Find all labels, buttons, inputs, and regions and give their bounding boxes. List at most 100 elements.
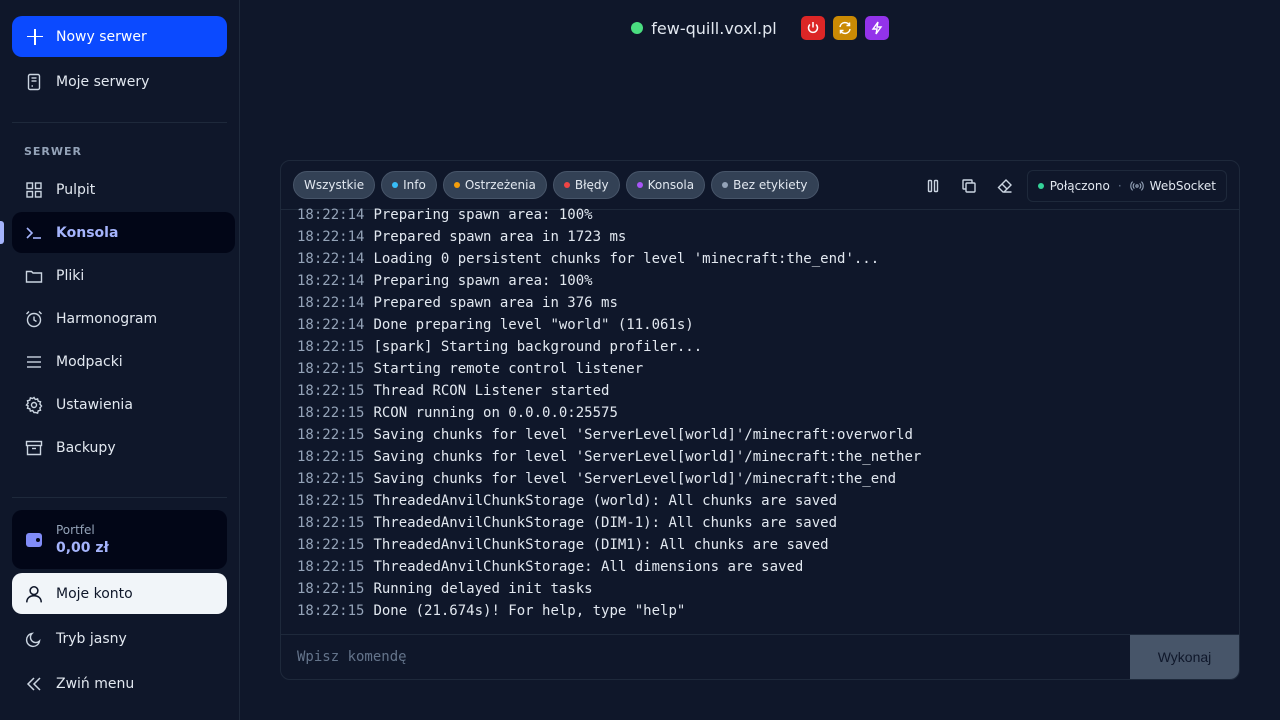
log-timestamp: 18:22:14: [297, 295, 365, 311]
log-timestamp: 18:22:14: [297, 207, 365, 223]
log-message: Prepared spawn area in 376 ms: [373, 295, 618, 311]
connection-status: Połączono · WebSocket: [1026, 170, 1227, 202]
log-timestamp: 18:22:15: [297, 559, 365, 575]
user-icon: [24, 584, 44, 604]
filter-errors[interactable]: Błędy: [552, 171, 620, 199]
log-timestamp: 18:22:14: [297, 229, 365, 245]
log-message: Thread RCON Listener started: [373, 383, 610, 399]
log-timestamp: 18:22:15: [297, 471, 365, 487]
sidebar-item-pulpit[interactable]: Pulpit: [12, 169, 235, 210]
gear-icon: [24, 395, 44, 415]
my-servers-link[interactable]: Moje serwery: [12, 61, 235, 102]
power-button[interactable]: [800, 16, 825, 40]
filter-untagged[interactable]: Bez etykiety: [711, 171, 819, 199]
log-line: 18:22:15 Saving chunks for level 'ServerL…: [297, 424, 1227, 446]
log-timestamp: 18:22:15: [297, 493, 365, 509]
log-message: Running delayed init tasks: [373, 581, 593, 597]
wallet-title: Portfel: [56, 523, 95, 537]
log-timestamp: 18:22:15: [297, 537, 365, 553]
log-line: 18:22:15 Starting remote control listener: [297, 358, 1227, 380]
console-log[interactable]: 18:22:14 Preparing spawn area: 100% 18:22:…: [297, 204, 1227, 624]
sidebar-item-ustawienia[interactable]: Ustawienia: [12, 384, 235, 425]
warning-dot: [453, 182, 460, 188]
log-message: Saving chunks for level 'ServerLevel[wor…: [373, 471, 897, 487]
log-message: ThreadedAnvilChunkStorage (DIM-1): All c…: [373, 515, 838, 531]
filter-all[interactable]: Wszystkie: [293, 171, 376, 199]
log-line: 18:22:15 Saving chunks for level 'ServerL…: [297, 468, 1227, 490]
sidebar-item-konsola[interactable]: Konsola: [12, 212, 235, 253]
filter-label: Info: [403, 178, 426, 192]
sidebar-divider: [12, 497, 227, 498]
untagged-dot: [722, 182, 729, 188]
plus-icon: [26, 28, 44, 46]
log-message: Loading 0 persistent chunks for level 'm…: [373, 251, 880, 267]
log-timestamp: 18:22:15: [297, 361, 365, 377]
log-line: 18:22:15 Saving chunks for level 'ServerL…: [297, 446, 1227, 468]
moon-icon: [24, 629, 44, 649]
log-message: Done preparing level "world" (11.061s): [373, 317, 694, 333]
my-account-button[interactable]: Moje konto: [12, 573, 227, 614]
log-line: 18:22:15 RCON running on 0.0.0.0:25575: [297, 402, 1227, 424]
clear-button[interactable]: [991, 172, 1019, 200]
collapse-menu-button[interactable]: Zwiń menu: [12, 663, 235, 704]
sidebar-item-backupy[interactable]: Backupy: [12, 427, 235, 468]
pause-button[interactable]: [919, 172, 947, 200]
log-message: ThreadedAnvilChunkStorage: All dimension…: [373, 559, 804, 575]
log-timestamp: 18:22:15: [297, 581, 365, 597]
filter-info[interactable]: Info: [381, 171, 437, 199]
log-timestamp: 18:22:15: [297, 427, 365, 443]
wallet-card[interactable]: Portfel 0,00 zł: [12, 510, 227, 569]
alarm-clock-icon: [24, 309, 44, 329]
separator: ·: [1117, 179, 1122, 193]
log-timestamp: 18:22:14: [297, 251, 365, 267]
folder-icon: [24, 266, 44, 286]
log-timestamp: 18:22:14: [297, 273, 365, 289]
filter-console[interactable]: Konsola: [625, 171, 706, 199]
restart-button[interactable]: [832, 16, 857, 40]
sidebar-item-modpacki[interactable]: Modpacki: [12, 341, 235, 382]
theme-toggle[interactable]: Tryb jasny: [12, 618, 235, 659]
sidebar-item-label: Ustawienia: [56, 396, 133, 413]
connected-dot: [1037, 183, 1044, 189]
connection-status-label: Połączono: [1049, 179, 1110, 193]
filter-label: Wszystkie: [304, 178, 365, 192]
command-input[interactable]: [281, 635, 1130, 679]
kill-button[interactable]: [864, 16, 889, 40]
filter-warnings[interactable]: Ostrzeżenia: [442, 171, 547, 199]
log-message: Done (21.674s)! For help, type "help": [373, 603, 686, 619]
log-message: Preparing spawn area: 100%: [373, 273, 593, 289]
copy-icon: [962, 179, 976, 193]
pause-icon: [927, 179, 938, 193]
double-chevron-left-icon: [24, 674, 44, 694]
sidebar-item-label: Konsola: [56, 224, 119, 241]
console-tools: Połączono · WebSocket: [911, 170, 1227, 202]
filter-label: Błędy: [574, 178, 609, 192]
collapse-menu-label: Zwiń menu: [56, 675, 135, 692]
lightning-icon: [871, 21, 883, 35]
copy-button[interactable]: [955, 172, 983, 200]
new-server-button[interactable]: Nowy serwer: [12, 16, 227, 57]
log-timestamp: 18:22:15: [297, 339, 365, 355]
eraser-icon: [997, 179, 1012, 193]
log-timestamp: 18:22:15: [297, 603, 365, 619]
server-name: few-quill.voxl.pl: [651, 18, 777, 38]
sidebar-item-label: Pulpit: [56, 181, 96, 198]
log-message: Starting remote control listener: [373, 361, 644, 377]
sidebar-item-harmonogram[interactable]: Harmonogram: [12, 298, 235, 339]
active-indicator: [0, 221, 4, 244]
log-message: [spark] Starting background profiler...: [373, 339, 703, 355]
sidebar: Nowy serwer Moje serwery SERWER Pulpit K…: [0, 0, 240, 720]
execute-button[interactable]: Wykonaj: [1130, 635, 1239, 679]
list-icon: [24, 352, 44, 372]
console-panel: Wszystkie Info Ostrzeżenia Błędy Konsola…: [280, 160, 1240, 680]
sidebar-item-label: Modpacki: [56, 353, 123, 370]
terminal-icon: [24, 223, 44, 243]
sidebar-item-pliki[interactable]: Pliki: [12, 255, 235, 296]
my-servers-label: Moje serwery: [56, 73, 150, 90]
log-timestamp: 18:22:15: [297, 515, 365, 531]
log-line: 18:22:15 ThreadedAnvilChunkStorage (DIM-1…: [297, 512, 1227, 534]
log-line: 18:22:15 ThreadedAnvilChunkStorage (world…: [297, 490, 1227, 512]
log-message: ThreadedAnvilChunkStorage (DIM1): All ch…: [373, 537, 829, 553]
filter-bar: Wszystkie Info Ostrzeżenia Błędy Konsola…: [281, 161, 1239, 210]
sidebar-item-label: Pliki: [56, 267, 85, 284]
